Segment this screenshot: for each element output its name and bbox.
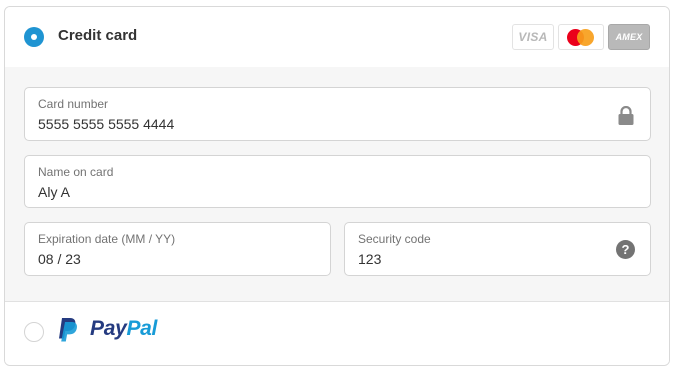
name-on-card-field[interactable]: Name on card Aly A: [24, 155, 651, 208]
card-number-label: Card number: [38, 97, 109, 111]
visa-logo: VISA: [512, 24, 554, 50]
credit-card-form: Card number 5555 5555 5555 4444 Name on …: [5, 67, 669, 302]
amex-logo-text: AMEX: [615, 32, 643, 42]
expiration-date-value[interactable]: 08 / 23: [38, 251, 81, 267]
paypal-logo-part2: Pal: [126, 317, 158, 340]
paypal-option[interactable]: PayPal: [5, 302, 669, 365]
lock-icon: [618, 106, 634, 125]
help-icon[interactable]: ?: [616, 240, 635, 259]
security-code-label: Security code: [358, 232, 431, 246]
credit-card-label: Credit card: [58, 27, 138, 44]
visa-logo-text: VISA: [518, 30, 548, 44]
credit-card-option[interactable]: Credit card VISA AMEX: [5, 7, 669, 68]
card-number-field[interactable]: Card number 5555 5555 5555 4444: [24, 87, 651, 141]
paypal-icon: [59, 318, 77, 342]
security-code-field[interactable]: Security code 123 ?: [344, 222, 651, 276]
paypal-logo: PayPal: [90, 317, 157, 341]
amex-logo: AMEX: [608, 24, 650, 50]
paypal-logo-part1: Pay: [90, 317, 127, 340]
name-on-card-value[interactable]: Aly A: [38, 184, 70, 200]
expiration-date-field[interactable]: Expiration date (MM / YY) 08 / 23: [24, 222, 331, 276]
expiration-date-label: Expiration date (MM / YY): [38, 232, 176, 246]
mastercard-logo: [558, 24, 604, 50]
security-code-value[interactable]: 123: [358, 251, 381, 267]
card-number-value[interactable]: 5555 5555 5555 4444: [38, 116, 174, 132]
credit-card-radio[interactable]: [24, 27, 44, 47]
paypal-radio[interactable]: [24, 322, 44, 342]
payment-method-panel: Credit card VISA AMEX Card number 5555 5…: [4, 6, 670, 366]
name-on-card-label: Name on card: [38, 165, 114, 179]
